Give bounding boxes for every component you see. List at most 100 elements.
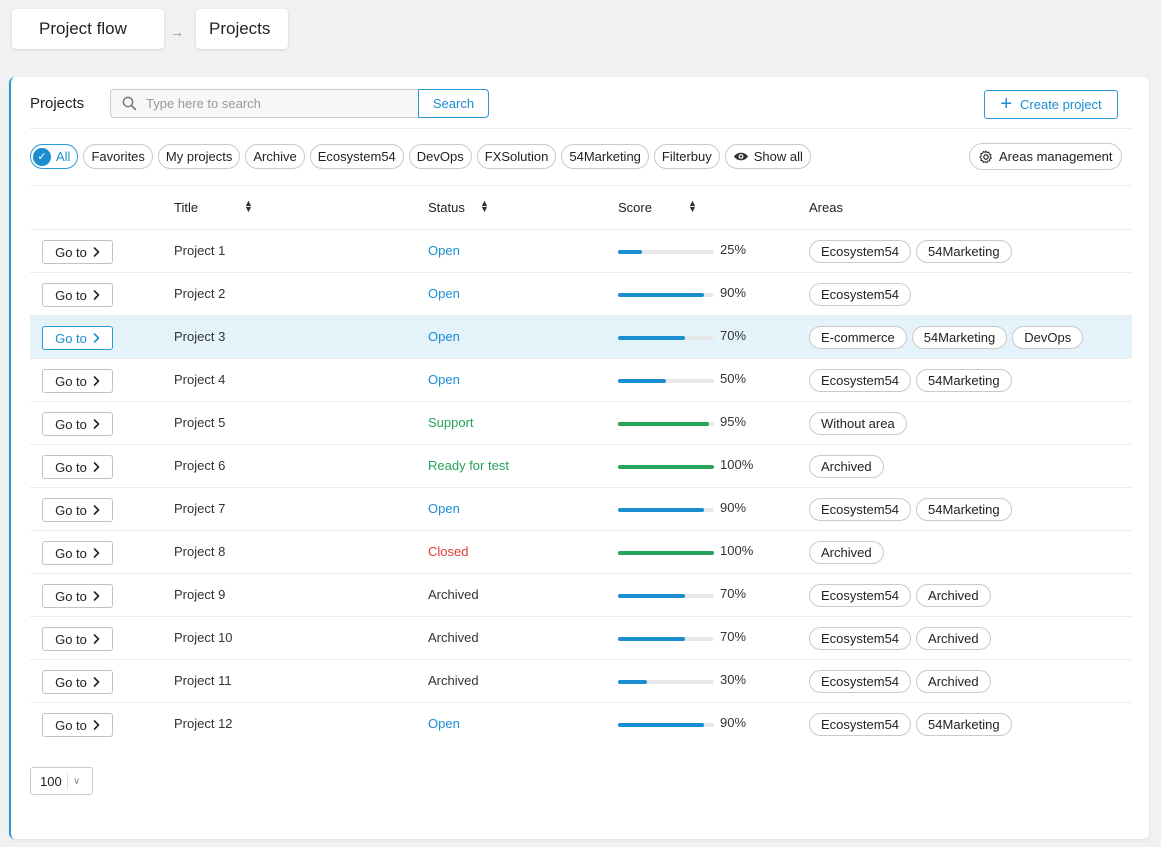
area-tag: Ecosystem54 (809, 713, 912, 736)
search-input[interactable] (146, 96, 416, 111)
column-score[interactable]: Score (618, 200, 652, 215)
score-bar (618, 293, 714, 297)
score-percent: 90% (720, 500, 747, 515)
project-title: Project 10 (174, 630, 233, 645)
score-bar-fill (618, 250, 642, 254)
goto-label: Go to (55, 330, 87, 346)
eye-icon (733, 152, 748, 161)
sort-icon[interactable]: ▲ ▼ (244, 199, 253, 214)
goto-button[interactable]: Go to (42, 455, 113, 479)
area-tag: Ecosystem54 (809, 627, 912, 650)
search-button[interactable]: Search (418, 89, 489, 118)
column-areas: Areas (809, 200, 843, 215)
goto-button[interactable]: Go to (42, 627, 113, 651)
filter-all[interactable]: ✓ All (30, 144, 79, 169)
score-bar-fill (618, 465, 714, 469)
filter-devops[interactable]: DevOps (408, 144, 472, 169)
chevron-right-icon (93, 376, 100, 386)
breadcrumb-current-label: Projects (209, 19, 271, 38)
goto-button[interactable]: Go to (42, 412, 113, 436)
score-bar (618, 250, 714, 254)
goto-button[interactable]: Go to (42, 326, 113, 350)
areas-list: Without area (809, 412, 907, 435)
goto-button[interactable]: Go to (42, 713, 113, 737)
area-tag: 54Marketing (916, 369, 1012, 392)
project-title: Project 7 (174, 501, 226, 516)
page-size-select[interactable]: 100 ∨ (30, 767, 93, 795)
goto-button[interactable]: Go to (42, 240, 113, 264)
goto-button[interactable]: Go to (42, 498, 113, 522)
score-bar-fill (618, 723, 705, 727)
score-percent: 50% (720, 371, 747, 386)
divider (30, 128, 1132, 129)
goto-label: Go to (55, 588, 87, 604)
areas-list: Ecosystem54 54Marketing (809, 369, 1012, 392)
chevron-right-icon (93, 677, 100, 687)
score-bar-fill (618, 379, 666, 383)
sort-icon[interactable]: ▲ ▼ (480, 199, 489, 214)
page-size-value: 100 (40, 773, 62, 789)
status-text: Archived (428, 587, 479, 602)
table-row: Go to Project 7 Open 90% Ecosystem54 54Ma… (30, 487, 1132, 530)
chevron-right-icon (93, 505, 100, 515)
chevron-right-icon (93, 720, 100, 730)
filter-favorites[interactable]: Favorites (83, 144, 153, 169)
filter-ecosystem54[interactable]: Ecosystem54 (309, 144, 404, 169)
table-row: Go to Project 5 Support 95% Without area (30, 401, 1132, 444)
score-percent: 70% (720, 586, 747, 601)
area-tag: Without area (809, 412, 907, 435)
status-text: Closed (428, 544, 469, 559)
area-tag: Archived (809, 455, 884, 478)
filter-show-all[interactable]: Show all (724, 144, 811, 169)
score-bar-fill (618, 508, 705, 512)
score-bar (618, 465, 714, 469)
areas-list: Archived (809, 455, 884, 478)
goto-label: Go to (55, 674, 87, 690)
filter-filterbuy[interactable]: Filterbuy (653, 144, 720, 169)
table-header: Title ▲ ▼ Status ▲ ▼ Score ▲ ▼ Areas (30, 186, 1132, 229)
score-bar-fill (618, 637, 686, 641)
score-percent: 90% (720, 285, 747, 300)
column-status[interactable]: Status (428, 200, 465, 215)
filter-archive[interactable]: Archive (245, 144, 305, 169)
goto-button[interactable]: Go to (42, 369, 113, 393)
filter-my-projects[interactable]: My projects (157, 144, 241, 169)
chevron-right-icon (93, 290, 100, 300)
score-bar-fill (618, 422, 710, 426)
area-tag: 54Marketing (916, 240, 1012, 263)
table-row: Go to Project 4 Open 50% Ecosystem54 54Ma… (30, 358, 1132, 401)
goto-label: Go to (55, 545, 87, 561)
status-text: Support (428, 415, 474, 430)
table-row: Go to Project 10 Archived 70% Ecosystem5… (30, 616, 1132, 659)
status-text: Open (428, 501, 460, 516)
sort-icon[interactable]: ▲ ▼ (688, 199, 697, 214)
area-tag: E-commerce (809, 326, 907, 349)
search-box (110, 89, 419, 118)
table-row: Go to Project 8 Closed 100% Archived (30, 530, 1132, 573)
area-tag: Ecosystem54 (809, 369, 912, 392)
column-title[interactable]: Title (174, 200, 198, 215)
check-icon: ✓ (33, 147, 51, 166)
status-text: Open (428, 286, 460, 301)
score-bar (618, 723, 714, 727)
breadcrumb-root-label: Project flow (39, 19, 127, 38)
goto-button[interactable]: Go to (42, 584, 113, 608)
filter-54marketing[interactable]: 54Marketing (561, 144, 649, 169)
areas-management-button[interactable]: Areas management (969, 143, 1123, 170)
areas-list: Ecosystem54 Archived (809, 627, 991, 650)
areas-list: Ecosystem54 54Marketing (809, 240, 1012, 263)
create-project-button[interactable]: + Create project (984, 90, 1118, 119)
area-tag: DevOps (1012, 326, 1084, 349)
goto-label: Go to (55, 502, 87, 518)
score-percent: 95% (720, 414, 747, 429)
filter-fxsolution[interactable]: FXSolution (476, 144, 557, 169)
goto-button[interactable]: Go to (42, 670, 113, 694)
chevron-down-icon: ∨ (73, 775, 81, 787)
plus-icon: + (1000, 92, 1013, 115)
area-tag: Archived (916, 627, 991, 650)
table-row: Go to Project 1 Open 25% Ecosystem54 54Ma… (30, 229, 1132, 272)
breadcrumb-root[interactable]: Project flow (12, 9, 164, 49)
goto-button[interactable]: Go to (42, 541, 113, 565)
project-title: Project 8 (174, 544, 226, 559)
goto-button[interactable]: Go to (42, 283, 113, 307)
